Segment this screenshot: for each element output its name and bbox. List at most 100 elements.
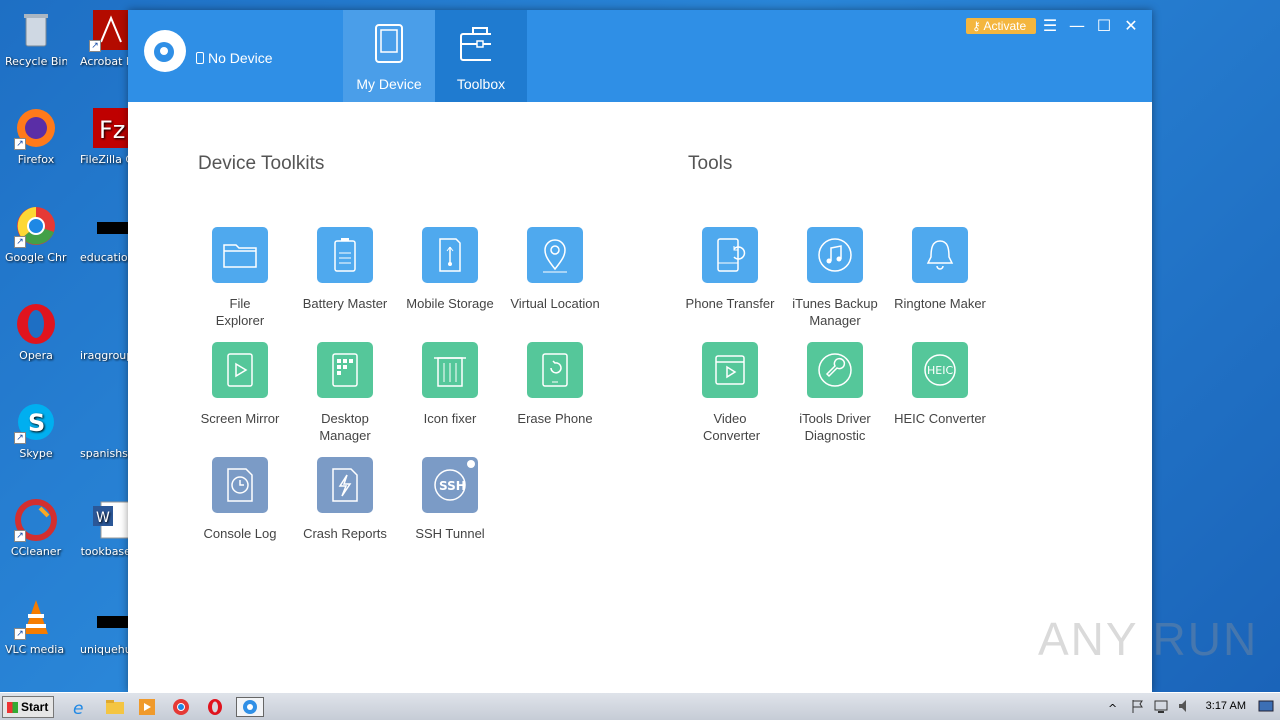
file-icon bbox=[89, 302, 133, 346]
start-button[interactable]: Start bbox=[2, 696, 54, 718]
erase-phone-icon bbox=[527, 342, 583, 398]
activate-button[interactable]: ⚷ Activate bbox=[966, 18, 1036, 34]
tool-battery-master[interactable]: Battery Master bbox=[293, 227, 397, 312]
tool-screen-mirror[interactable]: Screen Mirror bbox=[188, 342, 292, 427]
volume-icon[interactable] bbox=[1177, 697, 1193, 717]
svg-text:Fz: Fz bbox=[99, 116, 125, 144]
desktop-icon-ccleaner[interactable]: ↗ CCleaner bbox=[5, 498, 67, 558]
maximize-icon[interactable]: ☐ bbox=[1094, 16, 1114, 36]
tool-label: Screen Mirror bbox=[200, 411, 280, 426]
tool-video-converter[interactable]: Video Converter bbox=[678, 342, 782, 444]
windows-flag-icon bbox=[7, 702, 18, 713]
menu-icon[interactable]: ☰ bbox=[1040, 16, 1060, 36]
tool-mobile-storage[interactable]: Mobile Storage bbox=[398, 227, 502, 312]
usb-icon bbox=[422, 227, 478, 283]
clock-icon bbox=[212, 457, 268, 513]
tool-crash-reports[interactable]: Crash Reports bbox=[293, 457, 397, 542]
tool-desktop-manager[interactable]: Desktop Manager bbox=[293, 342, 397, 444]
chrome-taskbar-icon[interactable] bbox=[170, 697, 192, 717]
svg-text:HEIC: HEIC bbox=[927, 364, 953, 377]
desktop-icon-chrome[interactable]: ↗ Google Chrome bbox=[5, 204, 67, 264]
trash-icon bbox=[422, 342, 478, 398]
tool-ssh-tunnel[interactable]: SSH SSH Tunnel bbox=[398, 457, 502, 542]
section-title-tools: Tools bbox=[688, 153, 733, 174]
toolbox-icon bbox=[460, 27, 491, 61]
svg-text:W: W bbox=[96, 510, 110, 526]
shortcut-arrow-icon: ↗ bbox=[14, 236, 26, 248]
tool-label: Crash Reports bbox=[303, 526, 387, 541]
tool-label: Icon fixer bbox=[423, 411, 477, 426]
battery-icon bbox=[317, 227, 373, 283]
media-player-icon[interactable] bbox=[137, 697, 159, 717]
tool-label: Battery Master bbox=[302, 296, 388, 311]
internet-explorer-icon[interactable]: e bbox=[70, 697, 92, 719]
tool-file-explorer[interactable]: File Explorer bbox=[188, 227, 292, 329]
music-note-icon bbox=[807, 227, 863, 283]
minimize-icon[interactable]: — bbox=[1067, 16, 1087, 36]
file-icon bbox=[89, 204, 133, 248]
tablet-icon bbox=[375, 24, 403, 63]
desktop-icon-firefox[interactable]: ↗ Firefox bbox=[5, 106, 67, 166]
new-dot-badge bbox=[467, 460, 475, 468]
tool-phone-transfer[interactable]: Phone Transfer bbox=[678, 227, 782, 312]
video-icon bbox=[702, 342, 758, 398]
play-icon bbox=[212, 342, 268, 398]
itools-taskbar-icon[interactable] bbox=[236, 697, 264, 717]
tool-heic-converter[interactable]: HEIC HEIC Converter bbox=[888, 342, 992, 427]
tool-label: Phone Transfer bbox=[685, 296, 775, 311]
location-pin-icon bbox=[527, 227, 583, 283]
show-desktop-icon[interactable] bbox=[1258, 697, 1274, 717]
heic-icon: HEIC bbox=[912, 342, 968, 398]
tool-label: Ringtone Maker bbox=[894, 296, 986, 311]
tool-console-log[interactable]: Console Log bbox=[188, 457, 292, 542]
chrome-icon: ↗ bbox=[14, 204, 58, 248]
action-center-flag-icon[interactable] bbox=[1130, 697, 1146, 717]
tool-label: iTunes Backup Manager bbox=[792, 296, 878, 328]
network-icon[interactable] bbox=[1153, 697, 1169, 717]
wrench-icon bbox=[807, 342, 863, 398]
tool-virtual-location[interactable]: Virtual Location bbox=[503, 227, 607, 312]
shortcut-arrow-icon: ↗ bbox=[14, 530, 26, 542]
tool-label: HEIC Converter bbox=[894, 411, 986, 426]
ssh-icon: SSH bbox=[422, 457, 478, 513]
tray-expand-icon[interactable]: ^ bbox=[1108, 697, 1122, 717]
phone-small-icon bbox=[196, 52, 204, 64]
tool-erase-phone[interactable]: Erase Phone bbox=[503, 342, 607, 427]
shortcut-arrow-icon: ↗ bbox=[89, 40, 101, 52]
tool-label: Virtual Location bbox=[510, 296, 600, 311]
tab-my-device-label: My Device bbox=[356, 76, 422, 92]
tool-label: Desktop Manager bbox=[319, 411, 371, 443]
shortcut-arrow-icon: ↗ bbox=[14, 628, 26, 640]
tool-itunes-backup-manager[interactable]: iTunes Backup Manager bbox=[783, 227, 887, 329]
opera-taskbar-icon[interactable] bbox=[204, 697, 226, 717]
phone-transfer-icon bbox=[702, 227, 758, 283]
tool-ringtone-maker[interactable]: Ringtone Maker bbox=[888, 227, 992, 312]
tool-label: Video Converter bbox=[703, 411, 761, 443]
ccleaner-icon: ↗ bbox=[14, 498, 58, 542]
tool-icon-fixer[interactable]: Icon fixer bbox=[398, 342, 502, 427]
tool-label: SSH Tunnel bbox=[415, 526, 485, 541]
file-explorer-icon[interactable] bbox=[104, 697, 126, 717]
close-icon[interactable]: ✕ bbox=[1121, 16, 1141, 36]
tool-itools-driver-diagnostic[interactable]: iTools Driver Diagnostic bbox=[783, 342, 887, 444]
vlc-cone-icon: ↗ bbox=[14, 596, 58, 640]
svg-text:SSH: SSH bbox=[439, 479, 466, 493]
grid-icon bbox=[317, 342, 373, 398]
desktop-icon-vlc[interactable]: ↗ VLC media player bbox=[5, 596, 67, 656]
tab-toolbox[interactable]: Toolbox bbox=[435, 10, 527, 102]
svg-text:e: e bbox=[73, 699, 83, 717]
desktop-icon-recycle-bin[interactable]: Recycle Bin bbox=[5, 8, 67, 68]
anyrun-watermark: ANY RUN bbox=[1038, 613, 1259, 665]
clock[interactable]: 3:17 AM bbox=[1206, 700, 1246, 712]
itools-logo-icon bbox=[144, 30, 186, 72]
taskbar: Start e ^ 3:17 AM bbox=[0, 692, 1280, 720]
firefox-icon: ↗ bbox=[14, 106, 58, 150]
desktop-icon-opera[interactable]: Opera bbox=[5, 302, 67, 362]
skype-icon: S ↗ bbox=[14, 400, 58, 444]
acrobat-icon: ↗ bbox=[89, 8, 133, 52]
desktop-icon-skype[interactable]: S ↗ Skype bbox=[5, 400, 67, 460]
shortcut-arrow-icon: ↗ bbox=[14, 432, 26, 444]
file-icon bbox=[89, 596, 133, 640]
key-icon: ⚷ bbox=[972, 19, 981, 33]
tab-my-device[interactable]: My Device bbox=[343, 10, 435, 102]
